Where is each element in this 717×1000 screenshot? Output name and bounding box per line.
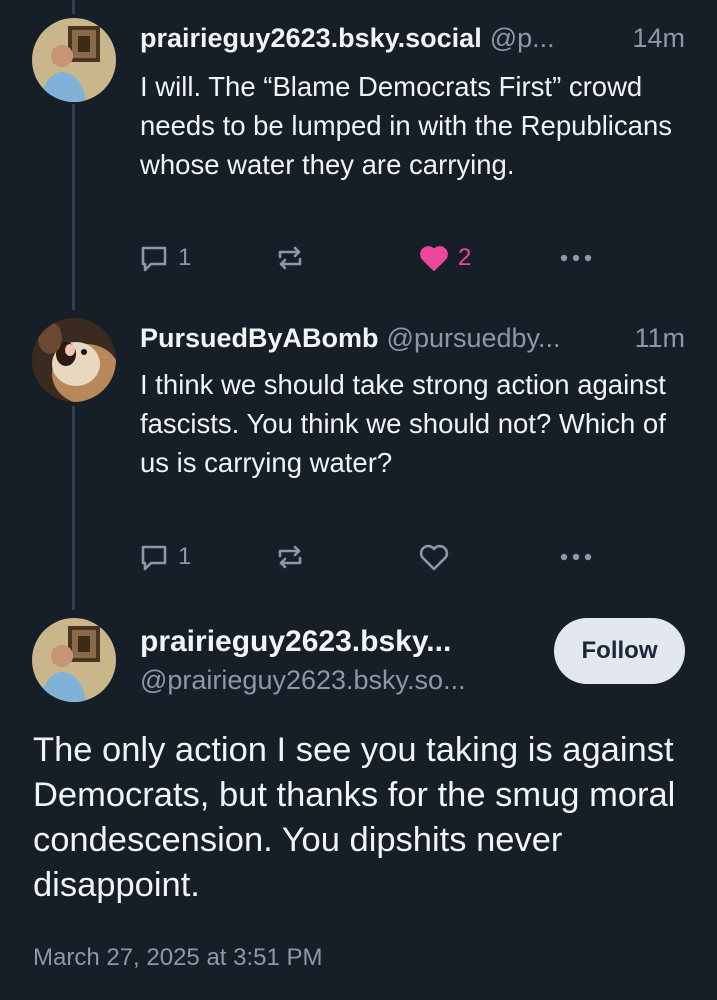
more-options-button[interactable] (558, 537, 594, 577)
like-button[interactable]: 2 (418, 238, 471, 278)
author-handle[interactable]: @prairieguy2623.bsky.so... (140, 662, 466, 698)
like-button[interactable] (418, 537, 450, 577)
post-time: 14m (632, 23, 685, 53)
speech-bubble-icon (141, 545, 167, 571)
action-bar: 1 (138, 537, 618, 577)
ellipsis-icon (560, 254, 592, 262)
reply-post[interactable]: PursuedByABomb @pursuedby... 11m I think… (0, 300, 717, 610)
avatar-image (32, 318, 116, 402)
reply-post[interactable]: prairieguy2623.bsky.social @p... 14m I w… (0, 0, 717, 300)
reply-header: prairieguy2623.bsky.social @p... 14m (140, 20, 685, 56)
reply-header: PursuedByABomb @pursuedby... 11m (140, 320, 685, 356)
avatar[interactable] (32, 618, 116, 702)
author-name[interactable]: prairieguy2623.bsky.social (140, 20, 482, 56)
heart-icon (419, 544, 449, 571)
avatar[interactable] (32, 318, 116, 402)
avatar-image (32, 618, 116, 702)
reply-button[interactable]: 1 (138, 537, 191, 577)
heart-icon (420, 246, 448, 271)
author-name[interactable]: prairieguy2623.bsky... (140, 622, 466, 662)
follow-button[interactable]: Follow (554, 618, 685, 684)
ellipsis-icon (560, 553, 592, 561)
repost-arrows-icon (278, 545, 302, 569)
action-bar: 1 2 (138, 238, 618, 278)
avatar-image (32, 18, 116, 102)
author-handle[interactable]: @p... (490, 20, 629, 56)
repost-button[interactable] (274, 537, 306, 577)
post-text: I will. The “Blame Democrats First” crow… (140, 71, 673, 180)
repost-button[interactable] (274, 238, 306, 278)
reply-count: 1 (178, 543, 192, 570)
main-post-header: prairieguy2623.bsky... @prairieguy2623.b… (140, 622, 466, 698)
avatar[interactable] (32, 18, 116, 102)
speech-bubble-icon (141, 246, 167, 272)
reply-button[interactable]: 1 (138, 238, 191, 278)
author-handle[interactable]: @pursuedby... (387, 320, 631, 356)
like-count: 2 (458, 244, 472, 271)
post-text: I think we should take strong action aga… (140, 369, 666, 478)
more-options-button[interactable] (558, 238, 594, 278)
author-name[interactable]: PursuedByABomb (140, 320, 379, 356)
post-time: 11m (634, 323, 685, 353)
reply-count: 1 (178, 244, 192, 271)
post-timestamp: March 27, 2025 at 3:51 PM (33, 944, 323, 971)
main-post-text: The only action I see you taking is agai… (33, 731, 676, 904)
repost-arrows-icon (278, 246, 302, 270)
